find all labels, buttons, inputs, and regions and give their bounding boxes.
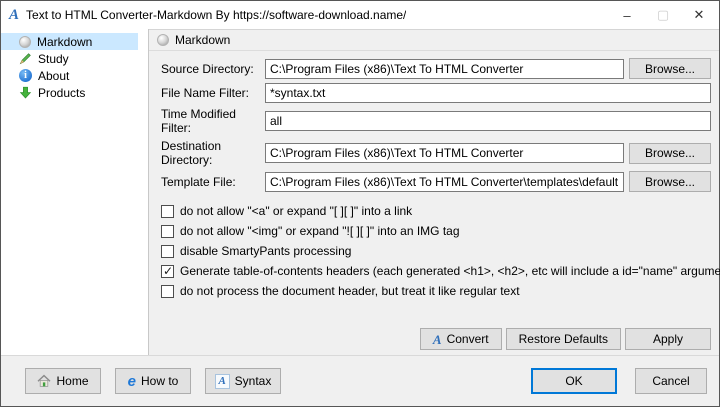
window-title: Text to HTML Converter-Markdown By https… xyxy=(26,8,407,22)
source-directory-input[interactable] xyxy=(265,58,624,79)
app-window: A Text to HTML Converter-Markdown By htt… xyxy=(0,0,720,407)
panel-actions: A Convert Restore Defaults Apply xyxy=(161,328,711,352)
syntax-a-icon: A xyxy=(214,373,230,389)
checkbox-label: do not allow "<a" or expand "[ ][ ]" int… xyxy=(180,204,413,218)
source-directory-browse-button[interactable]: Browse... xyxy=(629,58,711,79)
checkbox-row-no-link[interactable]: do not allow "<a" or expand "[ ][ ]" int… xyxy=(161,204,711,218)
toc-headers-checkbox[interactable] xyxy=(161,264,174,278)
minimize-button[interactable]: – xyxy=(609,1,645,29)
home-button[interactable]: Home xyxy=(25,368,101,394)
sidebar-item-markdown[interactable]: Markdown xyxy=(1,33,138,50)
field-row-source-directory: Source Directory: Browse... xyxy=(161,58,711,79)
sidebar: Markdown Study i About Products xyxy=(1,29,149,355)
checkbox-row-no-img[interactable]: do not allow "<img" or expand "![ ][ ]" … xyxy=(161,224,711,238)
checkbox-label: do not process the document header, but … xyxy=(180,284,520,298)
sidebar-item-label: About xyxy=(38,68,70,83)
field-row-destination-directory: Destination Directory: Browse... xyxy=(161,139,711,167)
source-directory-label: Source Directory: xyxy=(161,61,254,76)
template-file-input[interactable] xyxy=(265,171,624,192)
file-name-filter-label: File Name Filter: xyxy=(161,86,250,100)
cancel-button[interactable]: Cancel xyxy=(635,368,707,394)
footer-right-buttons: OK Cancel xyxy=(531,368,707,394)
caption-buttons: – ▢ ✕ xyxy=(609,1,719,29)
restore-defaults-button[interactable]: Restore Defaults xyxy=(505,328,621,350)
checkbox-row-toc-headers[interactable]: Generate table-of-contents headers (each… xyxy=(161,264,720,278)
footer-left-buttons: Home e How to A Syntax xyxy=(25,368,281,394)
disable-smartypants-checkbox[interactable] xyxy=(161,244,174,258)
time-modified-filter-label: Time Modified Filter: xyxy=(161,107,236,135)
convert-button[interactable]: A Convert xyxy=(419,328,502,350)
arrow-down-icon xyxy=(19,86,32,99)
no-link-checkbox[interactable] xyxy=(161,204,174,218)
sidebar-item-study[interactable]: Study xyxy=(1,50,138,67)
main-panel: Markdown Source Directory: Browse... Fil… xyxy=(149,29,720,355)
skip-doc-header-checkbox[interactable] xyxy=(161,284,174,298)
home-icon xyxy=(38,374,51,387)
title-bar: A Text to HTML Converter-Markdown By htt… xyxy=(1,1,719,29)
field-row-template-file: Template File: Browse... xyxy=(161,171,711,192)
file-name-filter-input[interactable] xyxy=(265,83,711,103)
footer-bar: Home e How to A Syntax OK Cancel xyxy=(1,355,719,406)
sidebar-item-about[interactable]: i About xyxy=(1,67,138,84)
info-icon: i xyxy=(19,69,32,82)
settings-form: Source Directory: Browse... File Name Fi… xyxy=(149,51,720,355)
browser-e-icon: e xyxy=(127,372,136,390)
checkbox-label: disable SmartyPants processing xyxy=(180,244,352,258)
app-icon: A xyxy=(9,6,20,23)
markdown-sphere-icon xyxy=(19,35,31,48)
panel-header: Markdown xyxy=(149,30,719,51)
checkbox-group: do not allow "<a" or expand "[ ][ ]" int… xyxy=(161,204,720,304)
markdown-sphere-icon xyxy=(157,34,169,46)
sidebar-item-label: Products xyxy=(38,85,86,100)
panel-title: Markdown xyxy=(175,33,231,47)
close-button[interactable]: ✕ xyxy=(681,1,717,29)
pencil-icon xyxy=(19,53,31,65)
sidebar-item-products[interactable]: Products xyxy=(1,84,138,101)
checkbox-row-skip-doc-header[interactable]: do not process the document header, but … xyxy=(161,284,711,298)
sidebar-item-label: Markdown xyxy=(37,34,93,49)
home-button-label: Home xyxy=(56,374,89,388)
how-to-button[interactable]: e How to xyxy=(115,368,191,394)
destination-directory-browse-button[interactable]: Browse... xyxy=(629,142,711,164)
content-area: Markdown Study i About Products Markdown xyxy=(1,29,720,355)
field-row-time-modified-filter: Time Modified Filter: xyxy=(161,107,711,135)
convert-button-label: Convert xyxy=(446,332,489,346)
ok-button[interactable]: OK xyxy=(531,368,617,394)
destination-directory-label: Destination Directory: xyxy=(161,139,222,167)
no-img-checkbox[interactable] xyxy=(161,224,174,238)
checkbox-label: Generate table-of-contents headers (each… xyxy=(180,264,720,278)
time-modified-filter-input[interactable] xyxy=(265,111,711,131)
field-row-file-name-filter: File Name Filter: xyxy=(161,83,711,103)
template-file-label: Template File: xyxy=(161,174,236,189)
checkbox-label: do not allow "<img" or expand "![ ][ ]" … xyxy=(180,224,460,238)
how-to-button-label: How to xyxy=(140,374,179,388)
converter-a-icon: A xyxy=(432,331,442,347)
sidebar-item-label: Study xyxy=(38,51,69,66)
template-file-browse-button[interactable]: Browse... xyxy=(629,171,711,192)
maximize-button: ▢ xyxy=(656,7,670,22)
destination-directory-input[interactable] xyxy=(265,143,624,163)
syntax-button[interactable]: A Syntax xyxy=(205,368,281,394)
apply-button[interactable]: Apply xyxy=(625,328,711,350)
checkbox-row-disable-smartypants[interactable]: disable SmartyPants processing xyxy=(161,244,711,258)
syntax-button-label: Syntax xyxy=(234,374,272,388)
